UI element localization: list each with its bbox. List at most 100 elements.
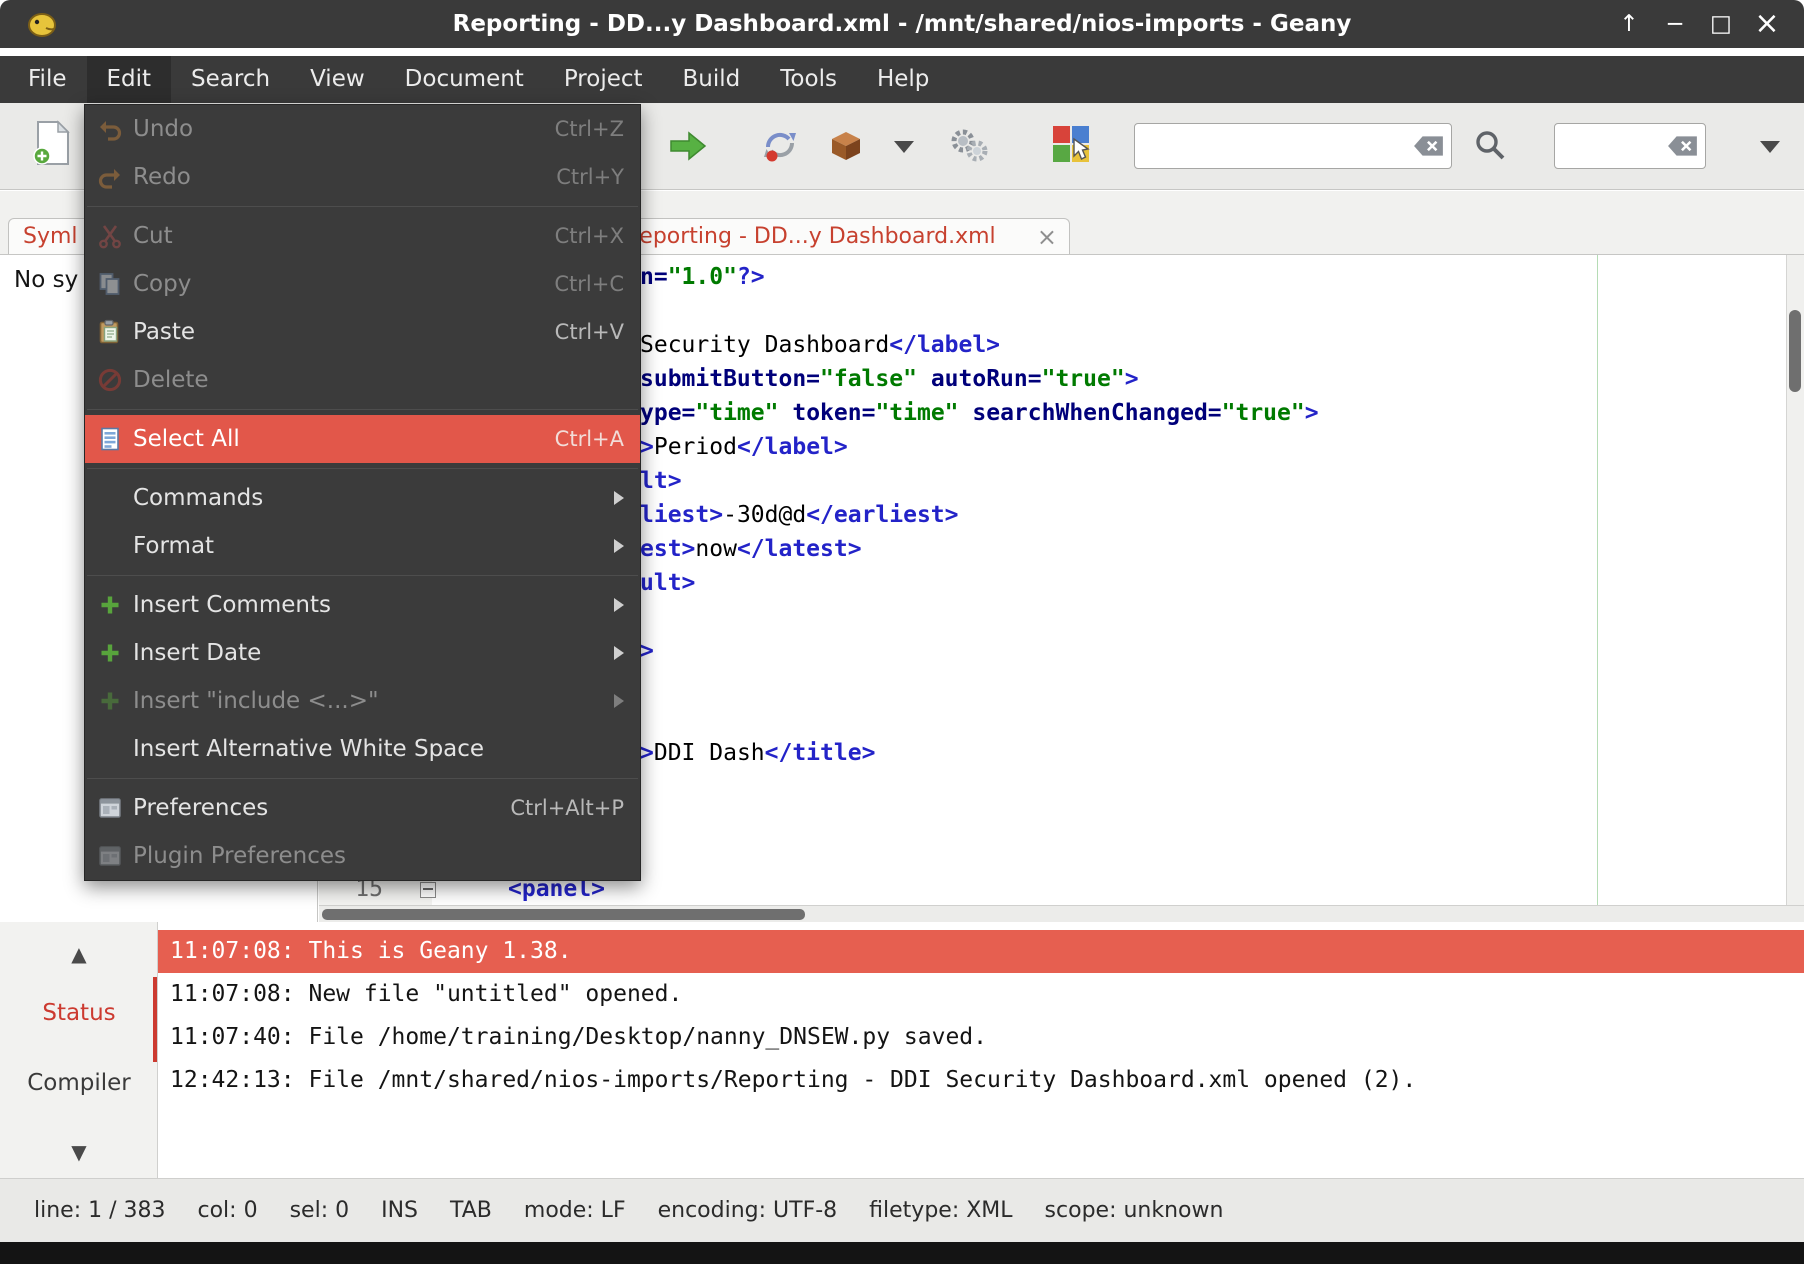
tab-status[interactable]: Status <box>0 1000 158 1026</box>
goto-chevron-icon[interactable] <box>1760 141 1780 153</box>
build-icon[interactable] <box>826 125 866 169</box>
menu-item-label: Paste <box>133 319 195 345</box>
menubar-item-build[interactable]: Build <box>663 56 761 103</box>
menubar-item-view[interactable]: View <box>290 56 385 103</box>
bottom-edge-strip <box>0 1242 1804 1264</box>
code-text: n="1.0"?> <box>640 262 765 296</box>
vertical-scrollbar-thumb[interactable] <box>1789 310 1801 392</box>
message-row[interactable]: 11:07:40: File /home/training/Desktop/na… <box>158 1016 1804 1059</box>
status-item: line: 1 / 383 <box>34 1198 166 1223</box>
close-button[interactable]: × <box>1744 0 1790 48</box>
message-row[interactable]: 11:07:08: New file "untitled" opened. <box>158 973 1804 1016</box>
menubar-item-search[interactable]: Search <box>171 56 290 103</box>
code-token: </latest> <box>737 536 862 562</box>
compile-icon[interactable] <box>760 125 800 169</box>
code-token: </label> <box>889 332 1000 358</box>
code-token: lt> <box>640 468 682 494</box>
menu-item-paste[interactable]: Paste Ctrl+V <box>85 308 640 356</box>
search-clear-icon[interactable] <box>1413 134 1445 158</box>
code-line: ype="time" token="time" searchWhenChange… <box>640 398 1319 432</box>
code-text: submitButton="false" autoRun="true"> <box>640 364 1139 398</box>
horizontal-scrollbar[interactable] <box>319 905 1804 922</box>
code-text: >DDI Dash</title> <box>640 738 875 772</box>
menu-item-select-all[interactable]: Select AllCtrl+A <box>85 415 640 463</box>
code-token: > <box>1125 366 1139 392</box>
menu-item-copy[interactable]: CopyCtrl+C <box>85 260 640 308</box>
code-token: "time" <box>875 400 958 426</box>
menu-item-cut[interactable]: CutCtrl+X <box>85 212 640 260</box>
code-line: submitButton="false" autoRun="true"> <box>640 364 1139 398</box>
edit-menu: UndoCtrl+ZRedoCtrl+YCutCtrl+XCopyCtrl+CP… <box>84 104 641 881</box>
new-file-icon[interactable] <box>30 119 74 167</box>
code-token: "true" <box>1222 400 1305 426</box>
tab-close-icon[interactable]: × <box>1037 223 1069 251</box>
menu-item-shortcut: Ctrl+X <box>535 224 624 248</box>
menu-item-insert-comments[interactable]: Insert Comments <box>85 581 640 629</box>
menu-item-label: Delete <box>133 367 209 393</box>
message-row[interactable]: 11:07:08: This is Geany 1.38. <box>158 930 1804 973</box>
code-token: </earliest> <box>806 502 958 528</box>
status-item: sel: 0 <box>290 1198 350 1223</box>
run-configuration-icon[interactable] <box>946 125 992 169</box>
goto-clear-icon[interactable] <box>1667 134 1699 158</box>
tab-compiler[interactable]: Compiler <box>0 1070 158 1096</box>
plus-icon <box>95 688 125 714</box>
menu-item-plugin-preferences[interactable]: Plugin Preferences <box>85 832 640 880</box>
sidebar-empty-text: No sy <box>14 267 78 293</box>
code-text: ype="time" token="time" searchWhenChange… <box>640 398 1319 432</box>
menu-item-insert-alternative-white-space[interactable]: Insert Alternative White Space <box>85 725 640 773</box>
rollup-button[interactable]: ↑ <box>1606 0 1652 48</box>
code-line: est>now</latest> <box>640 534 862 568</box>
menu-item-commands[interactable]: Commands <box>85 474 640 522</box>
menu-item-shortcut: Ctrl+Y <box>536 165 624 189</box>
menubar-item-file[interactable]: File <box>8 56 87 103</box>
submenu-arrow-icon <box>614 694 624 708</box>
maximize-button[interactable]: □ <box>1698 0 1744 48</box>
menu-item-preferences[interactable]: PreferencesCtrl+Alt+P <box>85 784 640 832</box>
menu-item-insert-include[interactable]: Insert "include <...>" <box>85 677 640 725</box>
minimize-button[interactable]: − <box>1652 0 1698 48</box>
status-item: col: 0 <box>198 1198 258 1223</box>
menu-item-label: Copy <box>133 271 191 297</box>
code-token: searchWhenChanged= <box>972 400 1221 426</box>
goto-line-input[interactable] <box>1555 126 1667 166</box>
scroll-down-icon[interactable]: ▼ <box>0 1140 158 1164</box>
fold-marker-icon[interactable] <box>420 882 436 898</box>
menu-separator <box>87 468 638 469</box>
menu-item-insert-date[interactable]: Insert Date <box>85 629 640 677</box>
navigate-forward-icon[interactable] <box>668 129 708 167</box>
window-controls: ↑ − □ × <box>1606 0 1790 48</box>
menu-item-delete[interactable]: Delete <box>85 356 640 404</box>
menu-item-shortcut: Ctrl+V <box>535 320 624 344</box>
find-icon[interactable] <box>1472 127 1508 167</box>
menu-item-label: Select All <box>133 426 240 452</box>
menubar-item-document[interactable]: Document <box>385 56 544 103</box>
code-line: ult> <box>640 568 695 602</box>
code-text: est>now</latest> <box>640 534 862 568</box>
code-text: lt> <box>640 466 682 500</box>
menu-item-label: Format <box>133 533 214 559</box>
sidebar-tab-symbols[interactable]: Syml <box>8 218 94 254</box>
horizontal-scrollbar-thumb[interactable] <box>322 909 805 920</box>
scroll-up-icon[interactable]: ▲ <box>0 942 158 966</box>
code-line: lt> <box>640 466 682 500</box>
menu-item-format[interactable]: Format <box>85 522 640 570</box>
document-tab[interactable]: Reporting - DD...y Dashboard.xml × <box>610 218 1070 254</box>
build-options-chevron-icon[interactable] <box>894 141 914 153</box>
menu-item-undo[interactable]: UndoCtrl+Z <box>85 105 640 153</box>
message-row[interactable]: 12:42:13: File /mnt/shared/nios-imports/… <box>158 1059 1804 1102</box>
preferences-icon <box>95 843 125 869</box>
search-input[interactable] <box>1135 126 1413 166</box>
menubar-item-project[interactable]: Project <box>544 56 663 103</box>
code-text: > <box>640 636 654 670</box>
menu-item-redo[interactable]: RedoCtrl+Y <box>85 153 640 201</box>
color-chooser-icon[interactable] <box>1050 123 1092 169</box>
menubar-item-help[interactable]: Help <box>857 56 949 103</box>
menu-item-label: Plugin Preferences <box>133 843 346 869</box>
code-token: "1.0" <box>668 264 737 290</box>
vertical-scrollbar[interactable] <box>1786 255 1804 905</box>
titlebar: Reporting - DD...y Dashboard.xml - /mnt/… <box>0 0 1804 48</box>
menubar-item-edit[interactable]: Edit <box>87 56 172 103</box>
menubar-item-tools[interactable]: Tools <box>760 56 857 103</box>
code-token: "true" <box>1042 366 1125 392</box>
